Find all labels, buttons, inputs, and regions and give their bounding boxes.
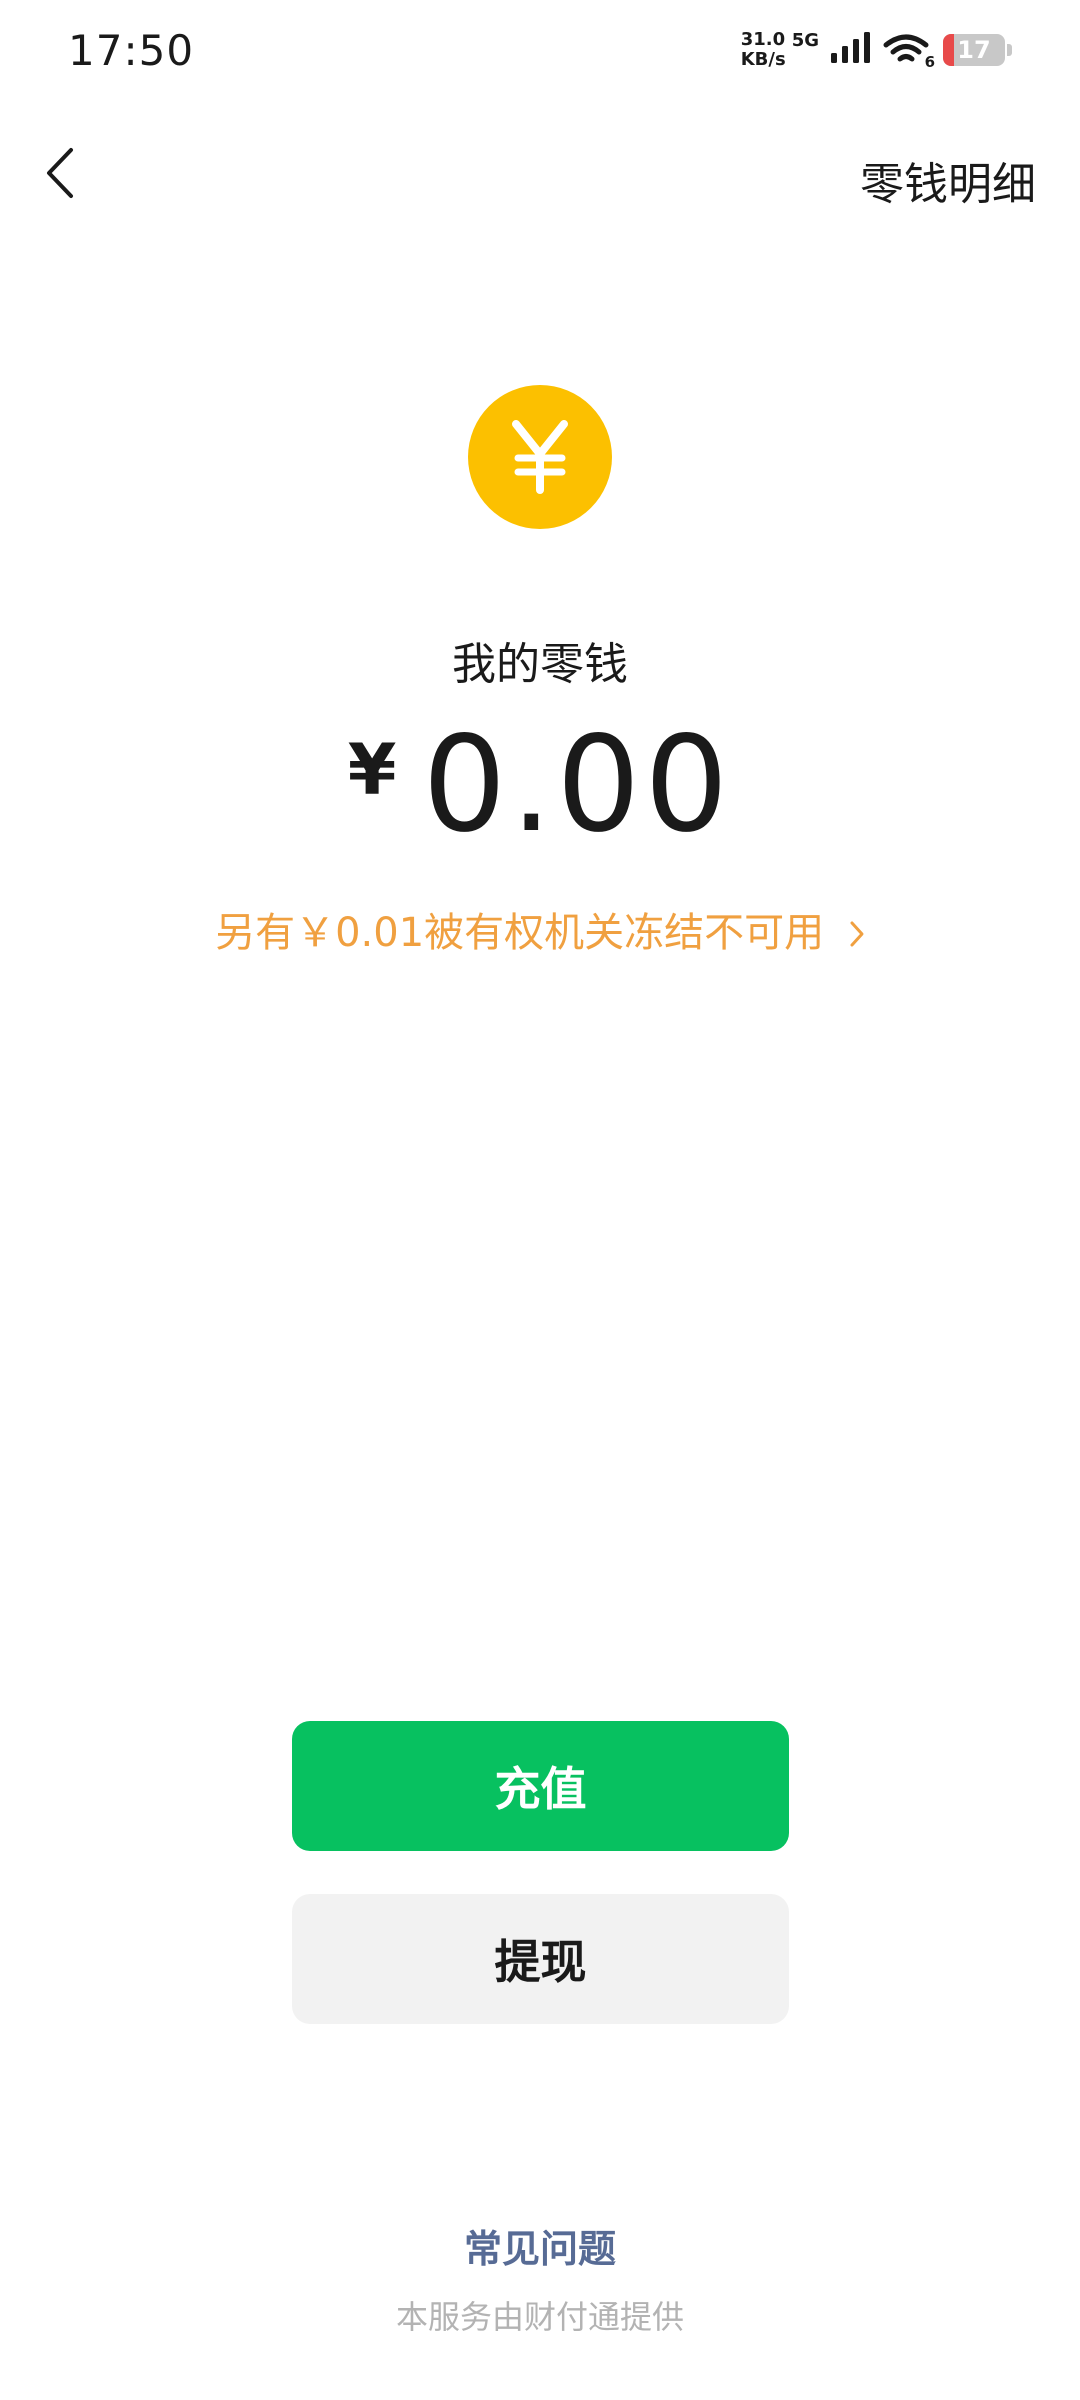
battery-icon: 17 xyxy=(943,34,1005,66)
balance-detail-link[interactable]: 零钱明细 xyxy=(860,148,1036,212)
recharge-button[interactable]: 充值 xyxy=(292,1721,789,1851)
balance-amount: ¥ 0.00 xyxy=(0,715,1080,855)
status-time: 17:50 xyxy=(68,26,195,75)
wifi-icon: 6 xyxy=(883,33,935,71)
network-speed: 31.0 KB/s xyxy=(741,30,786,70)
balance-label: 我的零钱 xyxy=(452,639,628,690)
faq-link[interactable]: 常见问题 xyxy=(0,2218,1080,2273)
chevron-left-icon xyxy=(45,147,75,203)
yuan-coin-icon xyxy=(468,385,612,529)
network-type: 5G xyxy=(791,30,819,51)
battery-level: 17 xyxy=(957,36,991,64)
network-speed-unit: KB/s xyxy=(740,49,786,70)
currency-symbol: ¥ xyxy=(347,729,397,811)
battery-fill xyxy=(943,34,954,66)
withdraw-button[interactable]: 提现 xyxy=(292,1894,789,2024)
battery-tip xyxy=(1007,44,1012,56)
provider-note: 本服务由财付通提供 xyxy=(395,2298,684,2336)
status-bar: 17:50 31.0 KB/s 5G 6 17 xyxy=(0,0,1080,110)
frozen-funds-notice[interactable]: 另有￥0.01被有权机关冻结不可用 xyxy=(0,900,1080,958)
wifi-badge: 6 xyxy=(924,53,935,71)
back-button[interactable] xyxy=(30,140,90,210)
chevron-right-icon xyxy=(849,912,865,958)
frozen-funds-text: 另有￥0.01被有权机关冻结不可用 xyxy=(215,910,825,956)
nav-bar: 零钱明细 xyxy=(0,120,1080,230)
network-speed-value: 31.0 xyxy=(740,29,786,50)
signal-icon xyxy=(829,31,873,69)
balance-value: 0.00 xyxy=(422,708,733,862)
status-indicators: 31.0 KB/s 5G 6 17 xyxy=(741,30,1012,71)
